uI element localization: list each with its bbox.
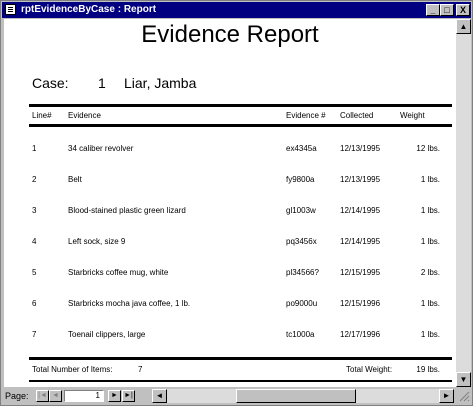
minimize-button[interactable]: _ <box>426 4 440 16</box>
row-line-number: 4 <box>32 237 37 246</box>
row-weight: 1 lbs. <box>420 330 440 339</box>
row-weight: 1 lbs. <box>420 299 440 308</box>
last-record-button[interactable]: ►| <box>122 390 135 402</box>
row-collected-date: 12/13/1995 <box>340 144 381 153</box>
resize-grip-icon[interactable] <box>457 389 470 403</box>
row-evidence: Starbricks mocha java coffee, 1 lb. <box>68 299 191 308</box>
row-evidence: Left sock, size 9 <box>68 237 126 246</box>
row-evidence-number: pl34566? <box>286 268 319 277</box>
column-header-collected: Collected <box>340 111 374 120</box>
title-bar[interactable]: rptEvidenceByCase : Report _ □ X <box>2 2 471 18</box>
case-number: 1 <box>98 75 106 91</box>
scroll-down-button[interactable]: ▼ <box>456 372 471 387</box>
row-line-number: 2 <box>32 175 37 184</box>
window-title: rptEvidenceByCase : Report <box>21 4 157 15</box>
row-weight: 1 lbs. <box>420 206 440 215</box>
row-line-number: 5 <box>32 268 37 277</box>
report-page: Evidence Report Case: 1 Liar, Jamba Line… <box>4 19 456 387</box>
row-line-number: 7 <box>32 330 37 339</box>
row-evidence: Belt <box>68 175 82 184</box>
column-header-line: Line# <box>32 111 52 120</box>
row-evidence-number: gl1003w <box>286 206 316 215</box>
total-items-value: 7 <box>138 365 143 374</box>
row-line-number: 3 <box>32 206 37 215</box>
row-collected-date: 12/14/1995 <box>340 237 381 246</box>
page-number-input[interactable]: 1 <box>64 390 104 402</box>
row-line-number: 6 <box>32 299 37 308</box>
column-header-evidence-number: Evidence # <box>286 111 326 120</box>
navigation-bar: Page: |◄ ◄ 1 ► ►| ◄ ► <box>2 387 471 405</box>
total-weight-label: Total Weight: <box>346 365 393 374</box>
report-window: rptEvidenceByCase : Report _ □ X Evidenc… <box>0 0 473 406</box>
horizontal-scroll-thumb[interactable] <box>236 389 356 403</box>
column-header-evidence: Evidence <box>68 111 101 120</box>
report-title: Evidence Report <box>141 21 319 48</box>
row-evidence: 34 caliber revolver <box>68 144 134 153</box>
header-top-rule <box>29 104 452 107</box>
first-record-button[interactable]: |◄ <box>36 390 49 402</box>
scroll-right-button[interactable]: ► <box>439 389 454 403</box>
next-record-button[interactable]: ► <box>108 390 121 402</box>
scroll-up-button[interactable]: ▲ <box>456 19 471 34</box>
row-weight: 1 lbs. <box>420 175 440 184</box>
row-collected-date: 12/15/1995 <box>340 268 381 277</box>
header-bottom-rule <box>29 124 452 127</box>
row-collected-date: 12/13/1995 <box>340 175 381 184</box>
previous-record-button[interactable]: ◄ <box>49 390 62 402</box>
row-evidence-number: ex4345a <box>286 144 317 153</box>
case-name: Liar, Jamba <box>124 75 197 91</box>
footer-top-rule <box>29 357 452 360</box>
row-weight: 2 lbs. <box>420 268 440 277</box>
scroll-left-button[interactable]: ◄ <box>152 389 167 403</box>
horizontal-scrollbar[interactable]: ◄ ► <box>152 389 454 403</box>
case-label: Case: <box>32 75 69 91</box>
row-evidence: Blood-stained plastic green lizard <box>68 206 186 215</box>
row-line-number: 1 <box>32 144 37 153</box>
row-evidence-number: tc1000a <box>286 330 315 339</box>
row-collected-date: 12/17/1996 <box>340 330 381 339</box>
close-button[interactable]: X <box>456 4 470 16</box>
row-evidence: Toenail clippers, large <box>68 330 146 339</box>
row-collected-date: 12/15/1996 <box>340 299 381 308</box>
maximize-button[interactable]: □ <box>440 4 454 16</box>
column-header-weight: Weight <box>400 111 425 120</box>
page-label: Page: <box>5 391 29 401</box>
total-items-label: Total Number of Items: <box>32 365 113 374</box>
footer-bottom-rule <box>29 380 452 382</box>
row-weight: 12 lbs. <box>416 144 440 153</box>
row-collected-date: 12/14/1995 <box>340 206 381 215</box>
total-weight-value: 19 lbs. <box>416 365 440 374</box>
row-evidence-number: pq3456x <box>286 237 317 246</box>
row-evidence-number: fy9800a <box>286 175 315 184</box>
row-evidence-number: po9000u <box>286 299 318 308</box>
row-weight: 1 lbs. <box>420 237 440 246</box>
row-evidence: Starbricks coffee mug, white <box>68 268 169 277</box>
report-icon <box>5 4 16 15</box>
vertical-scrollbar[interactable]: ▲ ▼ <box>456 19 471 387</box>
